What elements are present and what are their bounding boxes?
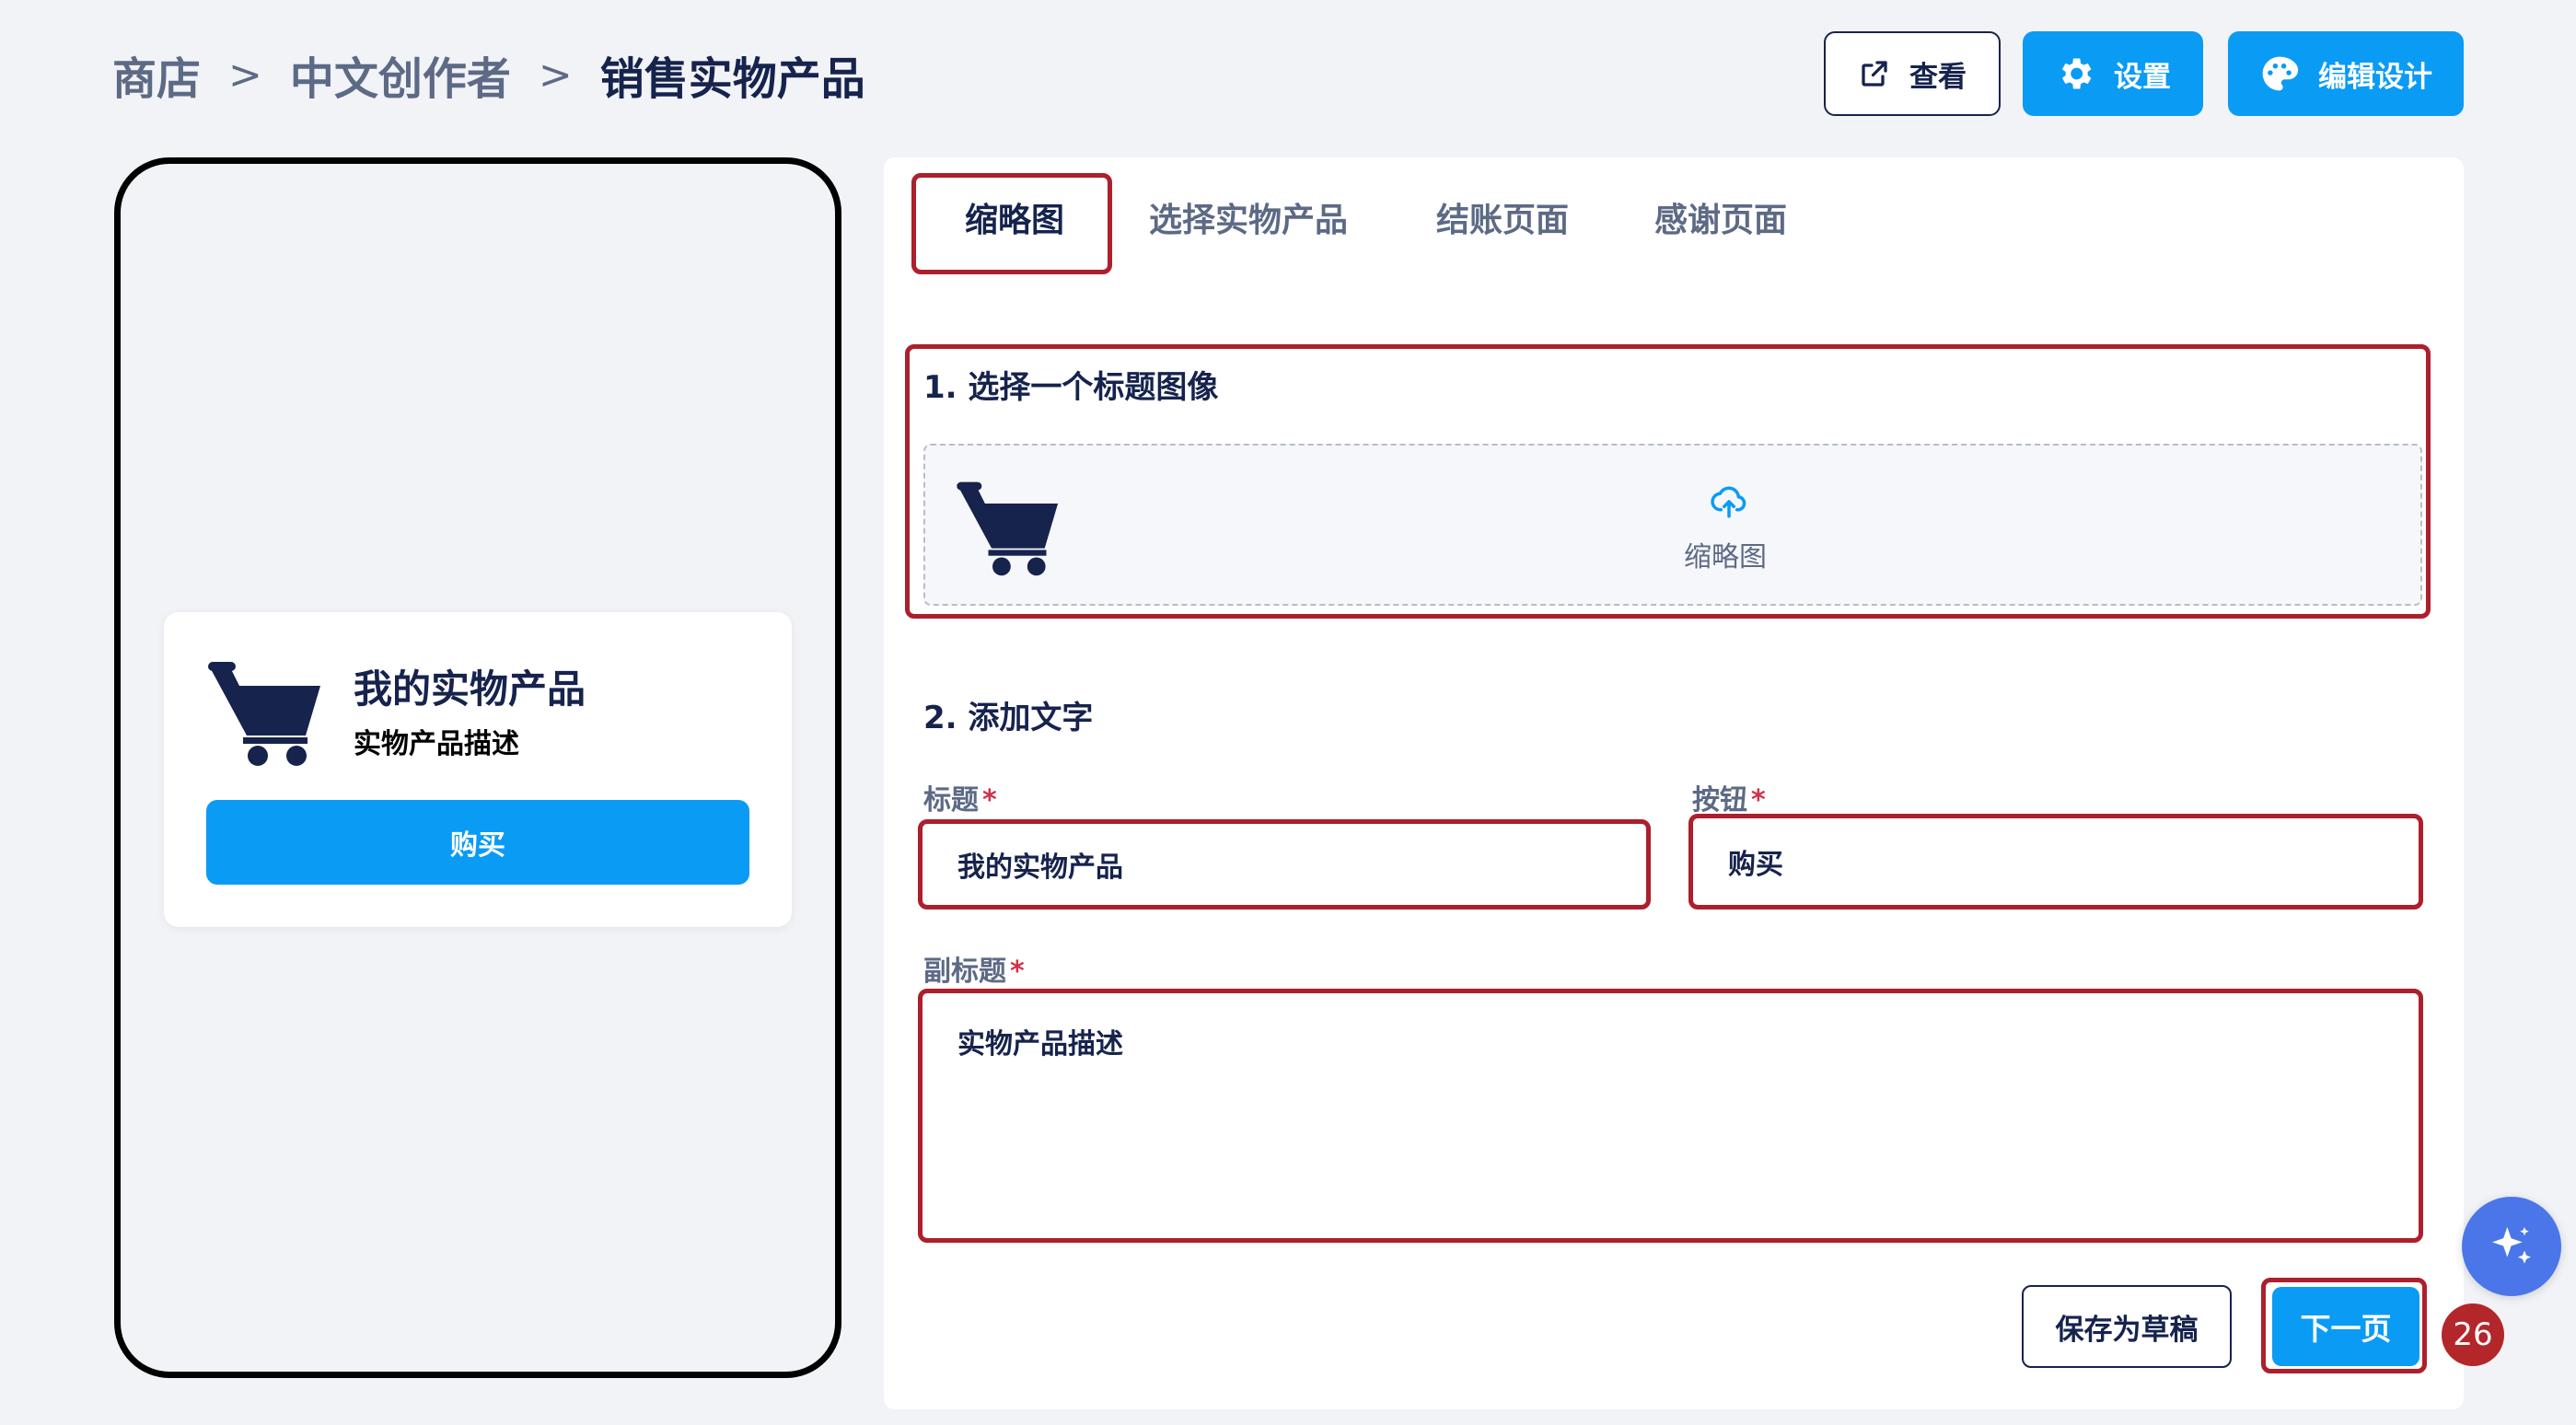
thumbnail-dropzone[interactable]: 缩略图 — [923, 444, 2422, 606]
button-text-input[interactable]: 购买 — [1688, 814, 2423, 909]
external-link-icon — [1862, 61, 1887, 87]
breadcrumb: 商店 > 中文创作者 > 销售实物产品 — [112, 42, 865, 107]
save-draft-button[interactable]: 保存为草稿 — [2022, 1285, 2232, 1368]
cart-icon — [208, 662, 320, 766]
preview-product-card: 我的实物产品 实物产品描述 购买 — [164, 612, 792, 927]
edit-design-button-label: 编辑设计 — [2318, 60, 2432, 94]
upload-cloud-icon — [1711, 486, 1746, 518]
tab-thank-you[interactable]: 感谢页面 — [1654, 193, 1787, 241]
sparkle-icon — [2492, 1227, 2531, 1264]
next-page-button[interactable]: 下一页 — [2272, 1287, 2419, 1366]
subtitle-textarea[interactable]: 实物产品描述 — [918, 989, 2423, 1243]
title-label-text: 标题 — [923, 784, 979, 817]
tab-checkout[interactable]: 结账页面 — [1436, 193, 1569, 241]
edit-design-button[interactable]: 编辑设计 — [2228, 31, 2464, 116]
subtitle-field-label: 副标题 * — [923, 948, 1025, 989]
settings-button-label: 设置 — [2114, 60, 2171, 94]
palette-icon — [2262, 56, 2299, 91]
button-label-text: 按钮 — [1692, 784, 1747, 817]
required-mark: * — [1010, 956, 1025, 988]
gear-icon — [2061, 58, 2092, 89]
preview-buy-button[interactable]: 购买 — [206, 800, 749, 885]
title-input[interactable]: 我的实物产品 — [918, 819, 1651, 909]
settings-button[interactable]: 设置 — [2023, 31, 2203, 116]
breadcrumb-item-current: 销售实物产品 — [599, 53, 865, 105]
tab-select-product[interactable]: 选择实物产品 — [1149, 193, 1348, 241]
view-button[interactable]: 查看 — [1824, 31, 2001, 116]
view-button-label: 查看 — [1909, 60, 1967, 94]
breadcrumb-separator: > — [228, 51, 262, 98]
button-field-label: 按钮 * — [1692, 777, 1766, 817]
ai-assistant-button[interactable] — [2462, 1197, 2561, 1296]
breadcrumb-item-creator[interactable]: 中文创作者 — [290, 42, 511, 107]
breadcrumb-item-store[interactable]: 商店 — [112, 42, 201, 107]
breadcrumb-separator: > — [538, 51, 573, 98]
preview-subtitle: 实物产品描述 — [354, 728, 519, 760]
tab-thumbnail[interactable]: 缩略图 — [965, 193, 1064, 241]
thumbnail-upload-label: 缩略图 — [1684, 541, 1767, 573]
section-header-image-title: 1. 选择一个标题图像 — [923, 369, 1219, 406]
notification-badge: 26 — [2442, 1303, 2504, 1366]
subtitle-label-text: 副标题 — [923, 956, 1006, 988]
required-mark: * — [982, 784, 997, 817]
required-mark: * — [1751, 784, 1766, 817]
preview-title: 我的实物产品 — [354, 666, 586, 712]
section-add-text-title: 2. 添加文字 — [923, 700, 1094, 736]
title-field-label: 标题 * — [923, 777, 997, 817]
cart-icon — [957, 481, 1059, 576]
